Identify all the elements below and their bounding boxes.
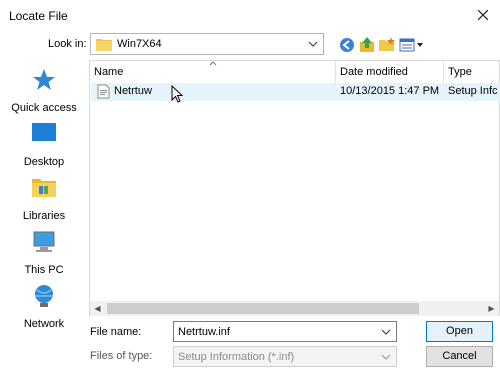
star-icon — [33, 69, 55, 90]
scroll-right-icon[interactable]: ▶ — [484, 301, 499, 316]
locate-file-dialog: Locate File Look in: Win7X64 Quick acces… — [0, 0, 500, 371]
column-header-label: Type — [448, 66, 472, 78]
new-folder-icon[interactable] — [378, 36, 396, 54]
place-this-pc[interactable]: This PC — [4, 230, 84, 282]
close-icon — [478, 10, 488, 20]
scroll-left-icon[interactable]: ◀ — [90, 301, 105, 316]
place-network[interactable]: Network — [4, 284, 84, 336]
file-name-cell: Netrtuw — [114, 85, 152, 97]
column-header-label: Name — [94, 66, 124, 78]
open-button[interactable]: Open — [426, 321, 493, 342]
column-header-name[interactable]: Name — [90, 61, 336, 83]
chevron-down-icon — [381, 354, 391, 360]
place-libraries[interactable]: Libraries — [4, 176, 84, 228]
libraries-icon — [32, 179, 56, 197]
files-of-type-dropdown[interactable]: Setup Information (*.inf) — [173, 346, 397, 367]
scrollbar-thumb[interactable] — [107, 303, 419, 314]
file-name-value: Netrtuw.inf — [178, 326, 230, 338]
look-in-value: Win7X64 — [117, 38, 162, 50]
column-header-type[interactable]: Type — [444, 61, 500, 83]
place-label: Libraries — [22, 210, 66, 222]
chevron-down-icon — [381, 329, 391, 335]
title-bar: Locate File — [0, 0, 500, 30]
file-list[interactable]: Name Date modified Type Netrtuw 10/13/20… — [89, 60, 500, 316]
place-desktop[interactable]: Desktop — [4, 122, 84, 174]
look-in-label: Look in: — [48, 38, 87, 50]
desktop-icon — [32, 123, 56, 141]
folder-icon — [96, 39, 112, 51]
places-bar: Quick access Desktop Libraries This PC N… — [4, 60, 84, 330]
place-label: Network — [23, 318, 65, 330]
files-of-type-value: Setup Information (*.inf) — [178, 351, 295, 363]
mouse-cursor-icon — [171, 85, 183, 103]
place-quick-access[interactable]: Quick access — [4, 68, 84, 120]
network-icon — [35, 285, 53, 307]
cancel-button[interactable]: Cancel — [426, 346, 493, 367]
setup-file-icon — [97, 84, 110, 99]
window-title: Locate File — [9, 9, 68, 23]
column-header-label: Date modified — [340, 66, 408, 78]
place-label: This PC — [24, 264, 64, 276]
date-modified-cell: 10/13/2015 1:47 PM — [340, 85, 440, 97]
file-name-label: File name: — [90, 326, 142, 338]
back-icon[interactable] — [338, 36, 356, 54]
close-button[interactable] — [472, 5, 494, 25]
computer-icon — [33, 231, 55, 252]
file-row[interactable]: Netrtuw 10/13/2015 1:47 PM Setup Infc — [91, 83, 500, 101]
chevron-down-icon — [308, 41, 318, 47]
column-header-date-modified[interactable]: Date modified — [336, 61, 444, 83]
type-cell: Setup Infc — [448, 85, 498, 97]
place-label: Desktop — [23, 156, 65, 168]
files-of-type-label: Files of type: — [90, 350, 153, 362]
view-menu-icon[interactable] — [398, 36, 424, 54]
horizontal-scrollbar[interactable]: ◀ ▶ — [90, 301, 499, 316]
up-folder-icon[interactable] — [358, 36, 376, 54]
look-in-dropdown[interactable]: Win7X64 — [90, 33, 324, 55]
place-label: Quick access — [11, 102, 77, 114]
file-name-input[interactable]: Netrtuw.inf — [173, 321, 397, 342]
